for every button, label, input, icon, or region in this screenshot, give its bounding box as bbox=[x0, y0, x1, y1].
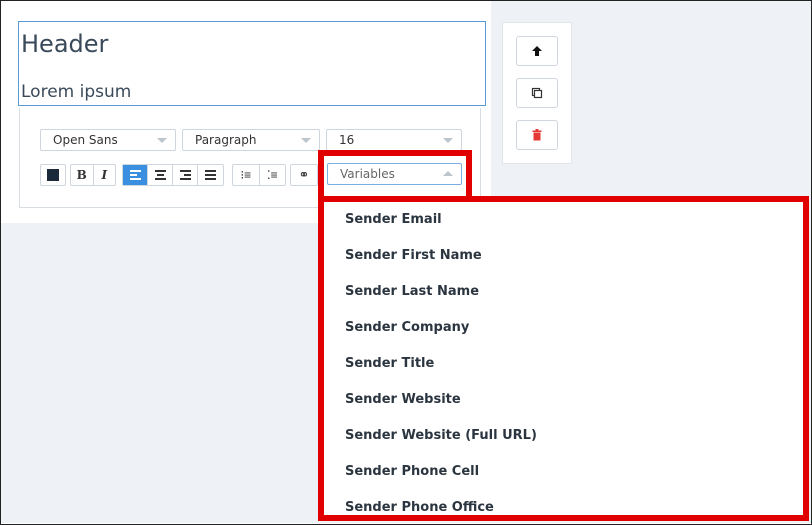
align-justify-icon bbox=[205, 170, 216, 180]
link-icon: ⚭ bbox=[298, 167, 310, 182]
alignment-group bbox=[122, 164, 224, 186]
variables-dropdown: Sender Email Sender First Name Sender La… bbox=[324, 202, 803, 515]
variable-option-sender-email[interactable]: Sender Email bbox=[324, 202, 803, 238]
block-actions-panel bbox=[502, 22, 572, 164]
unordered-list-icon: ⁚≡ bbox=[266, 168, 278, 182]
list-group: ⁝≡ ⁚≡ bbox=[232, 164, 286, 186]
duplicate-button[interactable] bbox=[516, 78, 558, 108]
chevron-down-icon bbox=[443, 138, 453, 143]
align-center-icon bbox=[154, 170, 166, 180]
header-text[interactable]: Header bbox=[21, 30, 108, 58]
body-text[interactable]: Lorem ipsum bbox=[21, 82, 131, 102]
variable-option-sender-phone-office[interactable]: Sender Phone Office bbox=[324, 490, 803, 515]
align-right-button[interactable] bbox=[173, 165, 198, 185]
move-up-button[interactable] bbox=[516, 36, 558, 66]
text-block[interactable]: Header Lorem ipsum bbox=[18, 21, 486, 106]
align-right-icon bbox=[179, 170, 191, 180]
bold-button[interactable]: B bbox=[71, 165, 94, 185]
delete-button[interactable] bbox=[516, 120, 558, 150]
align-justify-button[interactable] bbox=[198, 165, 223, 185]
chevron-down-icon bbox=[157, 138, 167, 143]
variable-option-sender-last-name[interactable]: Sender Last Name bbox=[324, 274, 803, 310]
font-size-select[interactable]: 16 bbox=[326, 129, 462, 151]
variable-option-sender-website[interactable]: Sender Website bbox=[324, 382, 803, 418]
ordered-list-icon: ⁝≡ bbox=[240, 168, 252, 182]
highlight-outline-select bbox=[318, 150, 472, 202]
variable-option-sender-phone-cell[interactable]: Sender Phone Cell bbox=[324, 454, 803, 490]
block-type-value: Paragraph bbox=[195, 133, 257, 147]
ordered-list-button[interactable]: ⁝≡ bbox=[233, 165, 260, 185]
align-left-button[interactable] bbox=[123, 165, 148, 185]
bold-italic-group: B I bbox=[70, 164, 116, 186]
font-family-select[interactable]: Open Sans bbox=[40, 129, 176, 151]
link-button[interactable]: ⚭ bbox=[290, 164, 318, 186]
align-center-button[interactable] bbox=[148, 165, 173, 185]
color-swatch-icon bbox=[47, 169, 59, 181]
variable-option-sender-first-name[interactable]: Sender First Name bbox=[324, 238, 803, 274]
chevron-down-icon bbox=[301, 138, 311, 143]
unordered-list-button[interactable]: ⁚≡ bbox=[260, 165, 286, 185]
variable-option-sender-title[interactable]: Sender Title bbox=[324, 346, 803, 382]
align-left-icon bbox=[129, 170, 141, 180]
block-type-select[interactable]: Paragraph bbox=[182, 129, 320, 151]
italic-button[interactable]: I bbox=[94, 165, 116, 185]
arrow-up-icon bbox=[532, 46, 542, 56]
trash-icon bbox=[532, 129, 542, 141]
copy-icon bbox=[531, 87, 543, 99]
text-color-button[interactable] bbox=[40, 164, 66, 186]
font-size-value: 16 bbox=[339, 133, 355, 147]
font-family-value: Open Sans bbox=[53, 133, 118, 147]
variable-option-sender-company[interactable]: Sender Company bbox=[324, 310, 803, 346]
variable-option-sender-website-full-url[interactable]: Sender Website (Full URL) bbox=[324, 418, 803, 454]
